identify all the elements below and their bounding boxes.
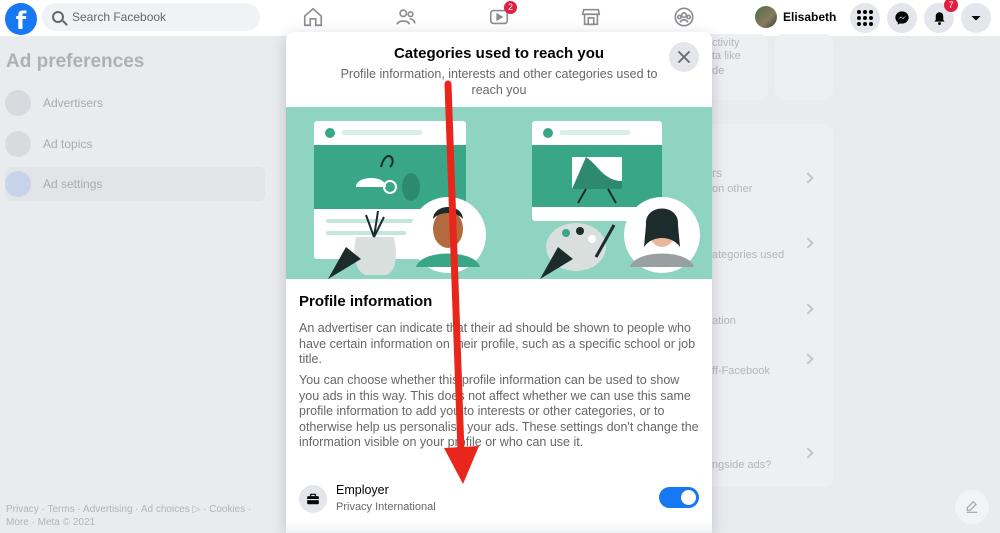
ads-illustration — [286, 107, 712, 279]
account-button[interactable] — [961, 3, 991, 33]
menu-button[interactable] — [850, 3, 880, 33]
compose-icon — [966, 500, 978, 513]
topics-icon — [5, 131, 31, 157]
storefront-icon — [5, 90, 31, 116]
sidebar-item-label: Ad settings — [43, 177, 103, 191]
modal-subtitle: Profile information, interests and other… — [340, 67, 658, 97]
watch-badge: 2 — [504, 1, 517, 14]
toggle-knob — [681, 490, 696, 505]
profile-name: Elisabeth — [783, 10, 837, 24]
messenger-icon — [895, 11, 909, 25]
close-button[interactable] — [669, 42, 699, 72]
close-icon — [678, 51, 690, 63]
background-text: on other — [712, 183, 753, 195]
background-text: rs — [712, 166, 722, 180]
description-paragraph: You can choose whether this profile info… — [299, 373, 699, 449]
marketplace-icon[interactable] — [580, 6, 602, 28]
profile-shortcut[interactable]: Elisabeth — [752, 3, 842, 31]
section-heading: Profile information — [299, 293, 433, 310]
search-icon — [52, 11, 64, 23]
background-text: ff-Facebook — [712, 365, 770, 377]
background-text: de — [712, 65, 725, 77]
background-text: ctivity — [712, 37, 740, 49]
background-card — [775, 34, 833, 100]
description-paragraph: An advertiser can indicate that their ad… — [299, 321, 696, 366]
setting-label: Employer — [336, 483, 389, 497]
bell-icon — [934, 11, 944, 25]
footer-links[interactable]: Privacy · Terms · Advertising · Ad choic… — [6, 503, 276, 529]
sidebar-item-label: Advertisers — [43, 96, 104, 110]
modal-scroll-fade — [286, 520, 712, 533]
page-title: Ad preferences — [6, 51, 145, 72]
compose-message-button[interactable] — [955, 490, 989, 524]
top-navbar: f 2 Elisabeth 7 — [0, 0, 1000, 36]
home-icon[interactable] — [302, 6, 324, 28]
sidebar-item-advertisers[interactable]: Advertisers — [5, 86, 265, 120]
friends-icon[interactable] — [395, 6, 417, 28]
employer-toggle[interactable] — [659, 487, 699, 508]
background-text: ngside ads? — [712, 459, 772, 471]
categories-modal: Categories used to reach you Profile inf… — [286, 32, 712, 533]
chevron-down-icon — [971, 16, 981, 21]
sidebar-item-label: Ad topics — [43, 137, 93, 151]
briefcase-icon — [299, 485, 327, 513]
search-input[interactable] — [72, 10, 232, 24]
menu-icon — [857, 10, 873, 26]
sidebar-item-ad-settings[interactable]: Ad settings — [5, 167, 265, 201]
settings-person-icon — [5, 171, 31, 197]
background-text: ta like — [712, 50, 741, 62]
avatar — [755, 6, 777, 28]
search-bar[interactable] — [42, 3, 260, 31]
facebook-logo[interactable]: f — [5, 3, 37, 35]
modal-title: Categories used to reach you — [393, 45, 605, 62]
messenger-button[interactable] — [887, 3, 917, 33]
employer-setting-row: Employer Privacy International — [299, 482, 701, 518]
setting-value: Privacy International — [336, 501, 436, 513]
groups-icon[interactable] — [673, 6, 695, 28]
background-card — [700, 429, 833, 487]
notifications-badge: 7 — [944, 0, 958, 12]
sidebar-item-ad-topics[interactable]: Ad topics — [5, 127, 265, 161]
background-text: ategories used — [712, 249, 785, 261]
background-text: ation — [712, 315, 736, 327]
